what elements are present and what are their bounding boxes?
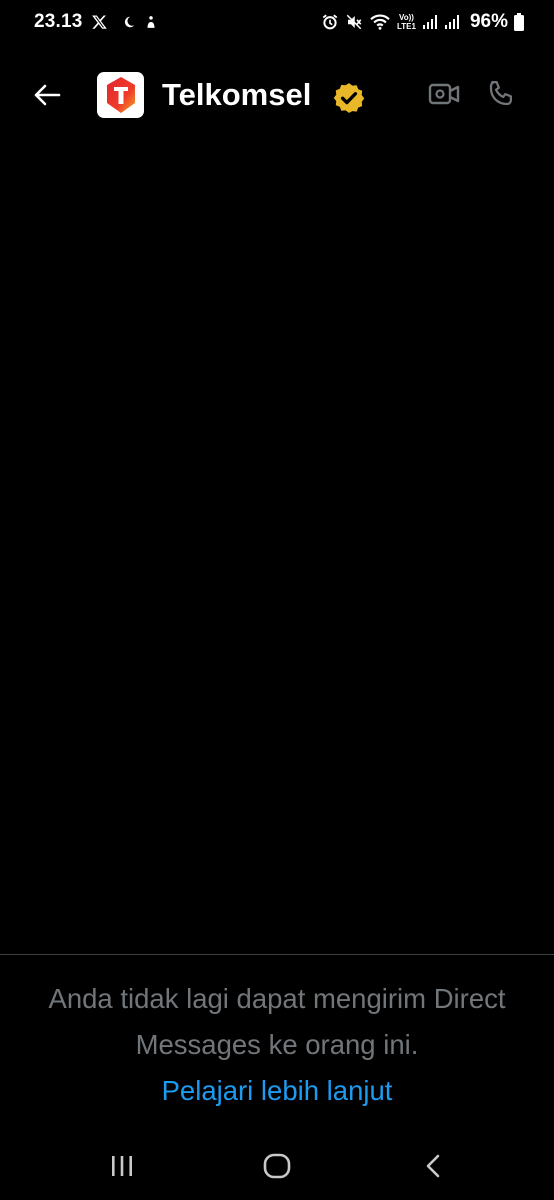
volte-icon: Vo)) LTE1 <box>397 13 416 31</box>
volte-label-top: Vo)) <box>399 13 414 22</box>
moon-icon <box>124 16 134 28</box>
verified-badge-icon <box>333 83 365 113</box>
android-nav-bar <box>0 1130 554 1200</box>
signal-icon <box>444 15 459 29</box>
message-area <box>0 132 554 952</box>
volte-label-bottom: LTE1 <box>397 22 416 31</box>
phone-icon <box>489 81 512 106</box>
conversation-header: Telkomsel <box>0 62 554 128</box>
status-bar: 23.13 Vo)) LTE1 96% <box>0 0 554 44</box>
x-logo-icon <box>91 15 107 29</box>
alarm-icon <box>322 14 338 30</box>
back-button[interactable] <box>30 80 64 110</box>
recents-icon <box>112 1156 132 1176</box>
voice-call-button[interactable] <box>483 77 519 111</box>
mute-icon <box>346 14 362 30</box>
avatar[interactable] <box>97 72 144 118</box>
nav-back-button[interactable] <box>403 1148 463 1184</box>
divider <box>0 954 554 955</box>
status-bar-right: Vo)) LTE1 96% <box>321 9 524 35</box>
arrow-left-icon <box>34 84 61 106</box>
dm-restriction-notice: Anda tidak lagi dapat mengirim Direct Me… <box>0 976 554 1114</box>
battery-percent: 96% <box>469 11 508 32</box>
battery-icon <box>514 13 524 31</box>
telkomsel-logo-icon <box>106 77 135 113</box>
contact-name[interactable]: Telkomsel <box>162 76 311 114</box>
learn-more-link[interactable]: Pelajari lebih lanjut <box>162 1068 393 1114</box>
recents-button[interactable] <box>92 1148 152 1184</box>
status-bar-left: 23.13 <box>34 9 158 35</box>
video-camera-icon <box>428 83 460 105</box>
video-call-button[interactable] <box>426 79 462 109</box>
notice-text: Anda tidak lagi dapat mengirim Direct Me… <box>48 983 506 1060</box>
home-button[interactable] <box>247 1148 307 1184</box>
notification-icon <box>147 16 155 28</box>
home-icon <box>263 1153 291 1179</box>
nav-back-icon <box>426 1154 440 1178</box>
signal-icon <box>422 15 437 29</box>
status-time: 23.13 <box>34 11 83 32</box>
wifi-icon <box>370 14 390 30</box>
